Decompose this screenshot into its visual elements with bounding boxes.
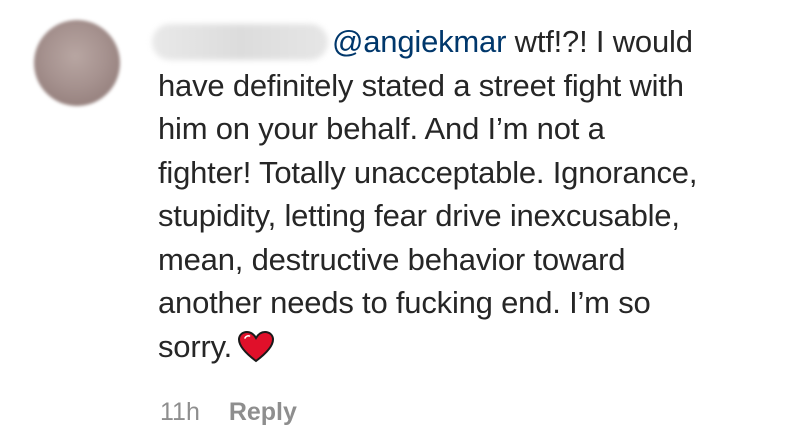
avatar[interactable] <box>34 20 120 106</box>
timestamp: 11h <box>160 398 200 426</box>
mention-link[interactable]: @angiekmar <box>332 24 506 59</box>
comment-line: have definitely stated a street fight wi… <box>158 67 684 103</box>
comment-line: fighter! Totally unacceptable. Ignorance… <box>158 154 698 190</box>
reply-button[interactable]: Reply <box>229 398 297 426</box>
comment-line: stupidity, letting fear drive inexcusabl… <box>158 198 680 233</box>
comment-line: another needs to fucking end. I’m so <box>158 285 651 320</box>
comment-item: @angiekmar wtf!?! I would have definitel… <box>0 0 800 443</box>
heart-icon <box>237 330 275 375</box>
comment-line: mean, destructive behavior toward <box>158 241 626 277</box>
comment-line: @angiekmar wtf!?! I would <box>332 24 693 59</box>
comment-line: sorry. <box>158 325 778 375</box>
comment-text: @angiekmar wtf!?! I would have definitel… <box>158 20 778 374</box>
comment-meta: 11h Reply <box>160 398 297 427</box>
comment-line: him on your behalf. And I’m not a <box>158 111 605 146</box>
